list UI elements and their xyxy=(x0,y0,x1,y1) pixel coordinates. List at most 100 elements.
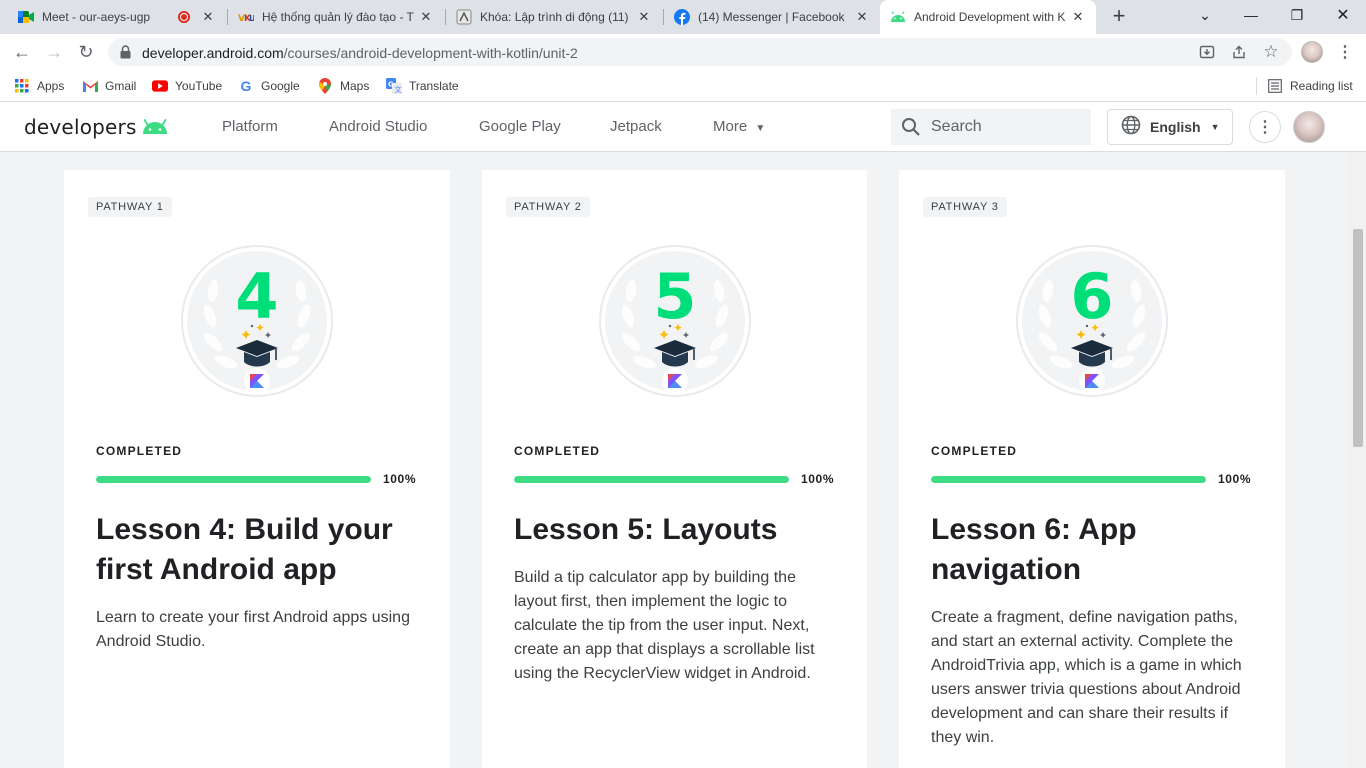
minimize-icon[interactable]: — xyxy=(1229,0,1273,30)
google-meet-icon xyxy=(18,9,34,25)
moodle-icon xyxy=(456,9,472,25)
bookmark-maps[interactable]: Maps xyxy=(317,78,369,94)
badge-number: 6 xyxy=(1070,260,1113,333)
bookmark-youtube[interactable]: YouTube xyxy=(152,78,222,94)
nav-google-play[interactable]: Google Play xyxy=(479,118,561,135)
tab-title: Android Development with K xyxy=(914,10,1066,24)
lesson-title[interactable]: Lesson 4: Build your first Android app xyxy=(96,510,436,590)
page-scrollbar[interactable] xyxy=(1350,152,1366,768)
tab-facebook-messenger[interactable]: (14) Messenger | Facebook ✕ xyxy=(664,0,880,34)
tab-search-icon[interactable]: ⌄ xyxy=(1183,0,1227,30)
window-close-icon[interactable]: ✕ xyxy=(1321,0,1365,30)
nav-platform[interactable]: Platform xyxy=(222,118,278,135)
user-avatar[interactable] xyxy=(1293,111,1325,143)
lesson-title[interactable]: Lesson 6: App navigation xyxy=(931,510,1271,590)
developers-logo[interactable]: developers xyxy=(24,115,169,139)
progress-bar xyxy=(96,476,371,483)
install-app-icon[interactable] xyxy=(1198,43,1216,61)
bookmark-translate[interactable]: G文 Translate xyxy=(386,78,459,94)
globe-icon xyxy=(1121,115,1141,140)
lesson-description: Learn to create your first Android apps … xyxy=(96,609,410,650)
badge-laurel-icon: 5 xyxy=(599,245,751,397)
close-icon[interactable]: ✕ xyxy=(854,9,870,25)
kotlin-logo-icon xyxy=(244,368,270,394)
nav-android-studio[interactable]: Android Studio xyxy=(329,118,427,135)
badge-laurel-icon: 6 xyxy=(1016,245,1168,397)
url-text[interactable]: developer.android.com/courses/android-de… xyxy=(142,45,578,61)
lesson-description: Build a tip calculator app by building t… xyxy=(514,569,815,682)
svg-text:G: G xyxy=(388,81,394,89)
more-options-icon[interactable]: ⋮ xyxy=(1249,111,1281,143)
bookmark-label: YouTube xyxy=(175,79,223,93)
new-tab-button[interactable]: + xyxy=(1108,5,1130,28)
share-icon[interactable] xyxy=(1230,43,1248,61)
bookmark-google[interactable]: G Google xyxy=(238,78,300,94)
progress-percent: 100% xyxy=(1218,472,1252,486)
browser-toolbar: ← → ↻ developer.android.com/courses/andr… xyxy=(0,34,1366,70)
reading-list-label: Reading list xyxy=(1290,79,1353,93)
badge-number: 4 xyxy=(235,260,278,333)
reading-list-button[interactable]: Reading list xyxy=(1267,78,1353,94)
pathway-card[interactable]: PATHWAY 3 6 COMPLETED 100% Lesson 6: App… xyxy=(899,170,1285,768)
translate-icon: G文 xyxy=(386,78,402,94)
site-search[interactable]: Search xyxy=(891,109,1091,145)
browser-menu-icon[interactable]: ⋮ xyxy=(1333,40,1357,64)
bookmark-label: Translate xyxy=(409,79,459,93)
progress-percent: 100% xyxy=(801,472,835,486)
svg-text:文: 文 xyxy=(395,85,402,94)
scrollbar-thumb[interactable] xyxy=(1353,229,1363,447)
language-selector[interactable]: English ▼ xyxy=(1107,109,1233,145)
reading-list-icon xyxy=(1267,78,1283,94)
kotlin-logo-icon xyxy=(662,368,688,394)
close-icon[interactable]: ✕ xyxy=(636,9,652,25)
bookmark-gmail[interactable]: Gmail xyxy=(82,78,136,94)
close-icon[interactable]: ✕ xyxy=(1070,9,1086,25)
pathway-card[interactable]: PATHWAY 2 5 COMPLETED 100% Lesson 5: Lay… xyxy=(482,170,867,768)
gmail-icon xyxy=(82,78,98,94)
caret-down-icon: ▼ xyxy=(1210,122,1220,132)
pathway-card[interactable]: PATHWAY 1 4 COMPLETED 100% Lesson 4: Bui… xyxy=(64,170,450,768)
language-label: English xyxy=(1150,119,1201,135)
nav-jetpack[interactable]: Jetpack xyxy=(610,118,662,135)
maps-icon xyxy=(317,78,333,94)
youtube-icon xyxy=(152,78,168,94)
tab-title: Hệ thống quản lý đào tạo - T xyxy=(262,10,414,24)
completion-badge: 6 xyxy=(1015,244,1169,398)
tab-vku[interactable]: VKU Hệ thống quản lý đào tạo - T ✕ xyxy=(228,0,444,34)
completion-status: COMPLETED xyxy=(96,444,183,458)
bookmark-label: Maps xyxy=(340,79,370,93)
tab-moodle[interactable]: Khóa: Lập trình di động (11) ✕ xyxy=(446,0,662,34)
url-path: /courses/android-development-with-kotlin… xyxy=(283,45,578,61)
nav-more[interactable]: More ▼ xyxy=(713,118,765,135)
progress-bar xyxy=(514,476,789,483)
tab-title: (14) Messenger | Facebook xyxy=(698,10,845,24)
course-pathways: PATHWAY 1 4 COMPLETED 100% Lesson 4: Bui… xyxy=(0,152,1350,768)
close-icon[interactable]: ✕ xyxy=(418,9,434,25)
badge-number: 5 xyxy=(653,260,696,333)
kotlin-logo-icon xyxy=(1079,368,1105,394)
progress-fill xyxy=(96,476,371,483)
search-placeholder: Search xyxy=(931,118,982,135)
android-logo-icon xyxy=(141,119,169,135)
profile-avatar[interactable] xyxy=(1301,41,1323,63)
reload-icon[interactable]: ↻ xyxy=(74,40,98,64)
tab-android-development[interactable]: Android Development with K ✕ xyxy=(880,0,1096,34)
tab-google-meet[interactable]: Meet - our-aeys-ugp ✕ xyxy=(8,0,226,34)
progress-fill xyxy=(931,476,1206,483)
bookmark-star-icon[interactable]: ☆ xyxy=(1262,42,1280,61)
google-icon: G xyxy=(240,78,252,94)
pathway-chip: PATHWAY 3 xyxy=(923,197,1007,217)
back-icon[interactable]: ← xyxy=(10,40,34,64)
search-icon xyxy=(901,117,921,142)
progress-percent: 100% xyxy=(383,472,417,486)
lesson-description: Create a fragment, define navigation pat… xyxy=(931,609,1242,746)
address-bar[interactable]: developer.android.com/courses/android-de… xyxy=(108,38,1292,66)
recording-icon xyxy=(178,11,190,23)
lesson-title[interactable]: Lesson 5: Layouts xyxy=(514,510,854,550)
close-icon[interactable]: ✕ xyxy=(200,9,216,25)
restore-icon[interactable]: ❐ xyxy=(1275,0,1319,30)
pathway-chip: PATHWAY 1 xyxy=(88,197,172,217)
bookmark-apps[interactable]: Apps xyxy=(14,78,64,94)
forward-icon[interactable]: → xyxy=(42,40,66,64)
bookmark-divider xyxy=(1256,77,1257,95)
